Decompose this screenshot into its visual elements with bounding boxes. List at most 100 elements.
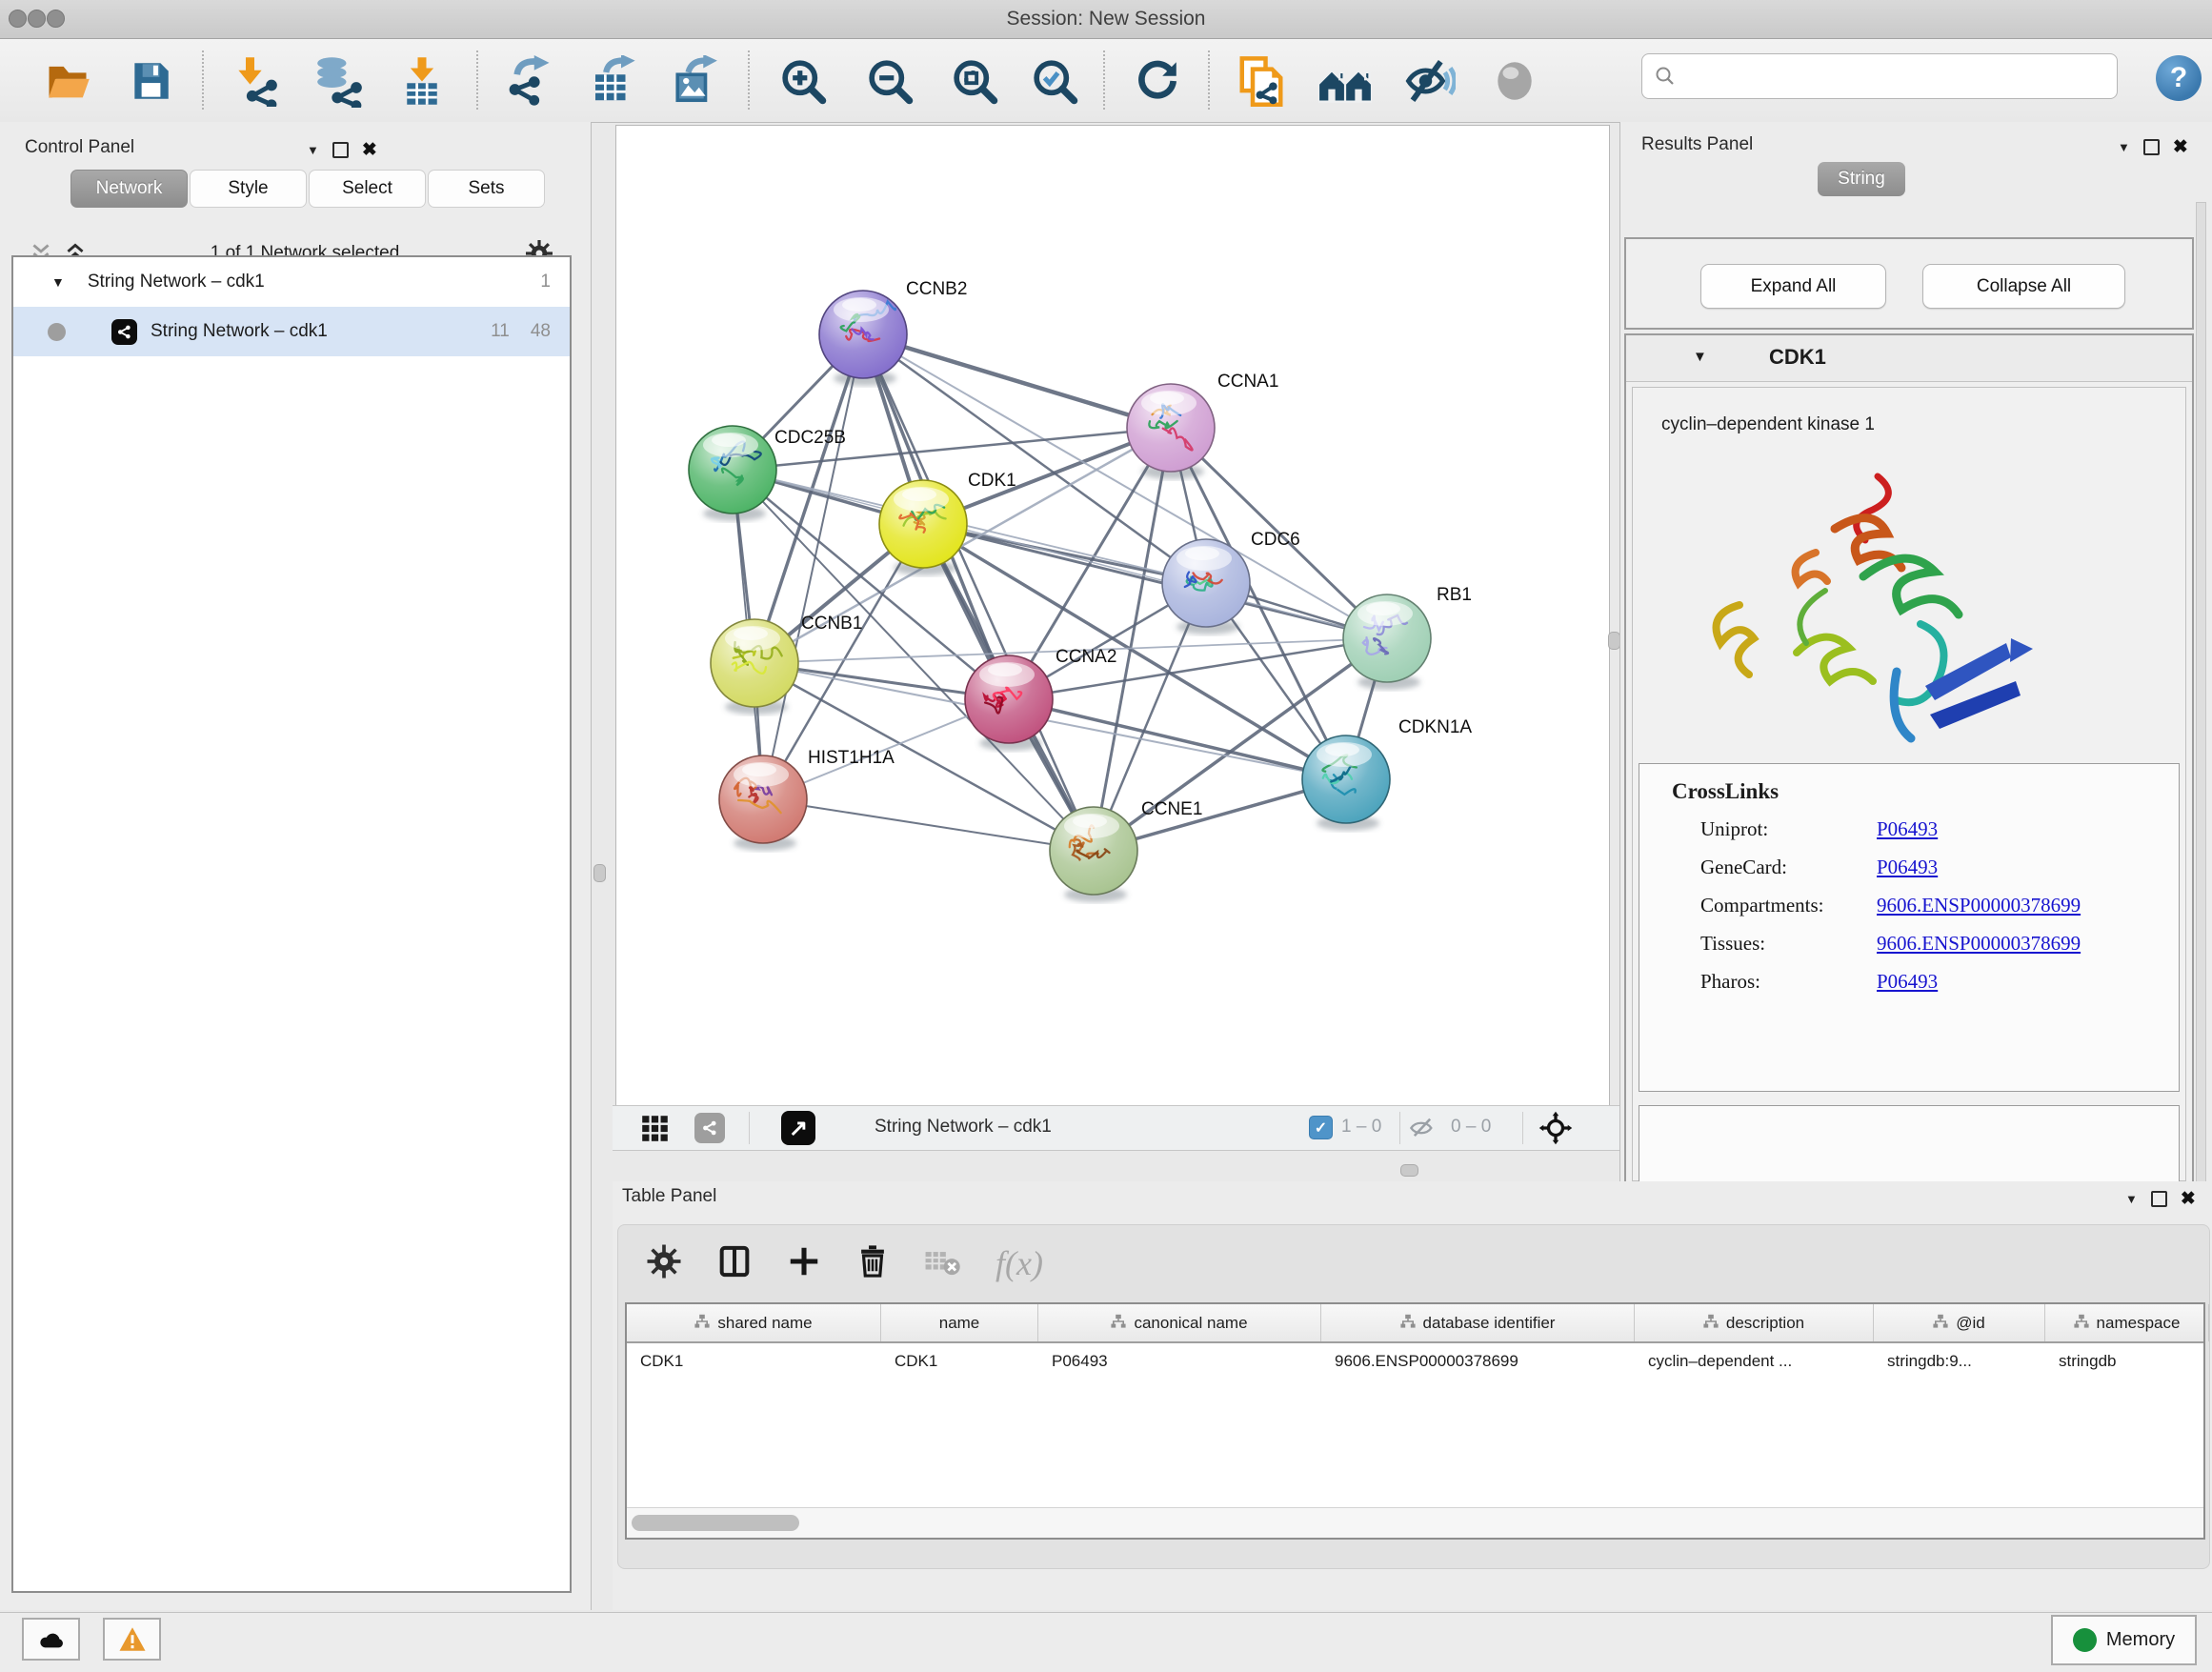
crosslink-link[interactable]: P06493: [1877, 817, 1938, 841]
column-header-canonical-name[interactable]: canonical name: [1038, 1304, 1321, 1341]
results-scrollbar[interactable]: [2196, 202, 2206, 1184]
zoom-out-button[interactable]: [863, 54, 916, 108]
section-expander-icon[interactable]: ▼: [1693, 349, 1707, 365]
show-all-networks-button[interactable]: [1318, 54, 1372, 108]
network-row[interactable]: String Network – cdk1 11 48: [13, 307, 570, 356]
zoom-fit-button[interactable]: [948, 54, 1001, 108]
panel-maximize-icon[interactable]: [2151, 1191, 2167, 1207]
panel-maximize-icon[interactable]: [332, 142, 349, 158]
crosslink-link[interactable]: 9606.ENSP00000378699: [1877, 894, 2081, 917]
tab-style[interactable]: Style: [190, 170, 307, 208]
crosslink-link[interactable]: 9606.ENSP00000378699: [1877, 932, 2081, 956]
network-edge-CDK1-RB1[interactable]: [923, 524, 1387, 638]
refresh-button[interactable]: [1131, 54, 1184, 108]
table-cell[interactable]: CDK1: [627, 1343, 881, 1380]
network-overview-button[interactable]: [694, 1113, 725, 1143]
table-panel-body: f(x) shared namenamecanonical namedataba…: [617, 1224, 2210, 1569]
open-in-new-window-button[interactable]: ↗: [781, 1111, 815, 1145]
panel-float-icon[interactable]: ▼: [2125, 1192, 2138, 1206]
tab-select[interactable]: Select: [309, 170, 426, 208]
import-table-button[interactable]: [395, 54, 449, 108]
panel-close-icon[interactable]: ✖: [2181, 1190, 2196, 1208]
table-settings-gear-button[interactable]: [645, 1242, 683, 1285]
column-type-icon: [1400, 1314, 1416, 1333]
table-cell[interactable]: 9606.ENSP00000378699: [1321, 1343, 1635, 1380]
table-horizontal-scrollbar[interactable]: [627, 1507, 2203, 1538]
table-cell[interactable]: P06493: [1038, 1343, 1321, 1380]
scrollbar-thumb[interactable]: [632, 1515, 799, 1531]
houses-icon: [1318, 54, 1372, 108]
hide-selected-button[interactable]: [1403, 54, 1457, 108]
crosslink-link[interactable]: P06493: [1877, 970, 1938, 994]
table-cell[interactable]: cyclin–dependent ...: [1635, 1343, 1874, 1380]
cloud-status-button[interactable]: [22, 1618, 80, 1661]
export-table-button[interactable]: [586, 54, 639, 108]
column-header-label: @id: [1956, 1314, 1985, 1333]
column-header-database-identifier[interactable]: database identifier: [1321, 1304, 1635, 1341]
window-title: Session: New Session: [0, 8, 2212, 30]
search-field[interactable]: [1641, 53, 2118, 99]
export-network-button[interactable]: [501, 54, 554, 108]
export-image-button[interactable]: [666, 54, 719, 108]
show-hidden-button[interactable]: [1488, 54, 1541, 108]
import-network-from-database-button[interactable]: [310, 54, 363, 108]
node-table: shared namenamecanonical namedatabase id…: [625, 1302, 2205, 1540]
column-header-shared-name[interactable]: shared name: [627, 1304, 881, 1341]
selected-checkbox[interactable]: ✓: [1309, 1116, 1333, 1139]
panel-close-icon[interactable]: ✖: [2173, 138, 2188, 156]
save-session-button[interactable]: [124, 54, 177, 108]
crosslink-row: GeneCard:P06493: [1700, 856, 2179, 879]
network-edge-CCNB2-CCNE1[interactable]: [863, 334, 1094, 851]
tab-string[interactable]: String: [1818, 162, 1905, 196]
show-column-button[interactable]: [715, 1242, 754, 1285]
delete-table-button[interactable]: [923, 1245, 963, 1282]
search-input[interactable]: [1686, 65, 2105, 88]
open-session-button[interactable]: [41, 54, 94, 108]
control-panel: Control Panel ▼ ✖ NetworkStyleSelectSets…: [0, 122, 592, 1610]
toolbar-divider: [1208, 50, 1210, 110]
zoom-in-button[interactable]: [776, 54, 830, 108]
network-from-clipboard-button[interactable]: [1235, 54, 1288, 108]
panel-maximize-icon[interactable]: [2143, 139, 2160, 155]
collapse-all-button[interactable]: Collapse All: [1922, 264, 2125, 309]
column-type-icon: [694, 1314, 710, 1333]
network-edge-HIST1H1A-CCNE1[interactable]: [763, 799, 1094, 851]
import-table-icon: [396, 55, 448, 107]
birds-eye-view-button[interactable]: [641, 1115, 669, 1147]
warnings-button[interactable]: [103, 1618, 161, 1661]
panel-float-icon[interactable]: ▼: [2118, 140, 2130, 154]
table-cell[interactable]: CDK1: [881, 1343, 1038, 1380]
column-header-namespace[interactable]: namespace: [2045, 1304, 2209, 1341]
import-network-button[interactable]: [228, 54, 281, 108]
fit-content-button[interactable]: [1538, 1111, 1573, 1150]
network-edge-CCNA2-CDKN1A[interactable]: [1009, 699, 1346, 779]
panel-float-icon[interactable]: ▼: [307, 143, 319, 157]
bottom-splitter-handle[interactable]: [1400, 1164, 1418, 1177]
zoom-selected-button[interactable]: [1028, 54, 1081, 108]
collection-expander-icon[interactable]: ▼: [51, 274, 65, 290]
network-view-canvas[interactable]: CCNB2CCNA1CDC25BCDK1CDC6RB1CCNB1CCNA2CDK…: [615, 125, 1610, 1107]
tab-sets[interactable]: Sets: [428, 170, 545, 208]
help-button[interactable]: ?: [2156, 55, 2202, 101]
create-column-button[interactable]: [786, 1243, 822, 1284]
table-cell[interactable]: stringdb: [2045, 1343, 2209, 1380]
network-edge-CCNB2-CCNA1[interactable]: [863, 334, 1171, 428]
column-header--id[interactable]: @id: [1874, 1304, 2045, 1341]
question-mark-icon: ?: [2170, 62, 2187, 94]
column-header-description[interactable]: description: [1635, 1304, 1874, 1341]
table-row[interactable]: CDK1CDK1P064939606.ENSP00000378699cyclin…: [627, 1343, 2203, 1380]
tab-network[interactable]: Network: [70, 170, 188, 208]
column-header-name[interactable]: name: [881, 1304, 1038, 1341]
delete-column-button[interactable]: [855, 1243, 891, 1284]
toolbar-divider: [202, 50, 204, 110]
memory-button[interactable]: Memory: [2051, 1615, 2197, 1665]
crosslink-link[interactable]: P06493: [1877, 856, 1938, 879]
save-icon: [127, 57, 174, 105]
gray-eye-icon: [1491, 57, 1538, 105]
panel-close-icon[interactable]: ✖: [362, 141, 377, 159]
table-cell[interactable]: stringdb:9...: [1874, 1343, 2045, 1380]
left-splitter-handle[interactable]: [593, 864, 606, 882]
network-collection-row[interactable]: ▼ String Network – cdk1 1: [13, 257, 570, 307]
expand-all-button[interactable]: Expand All: [1700, 264, 1886, 309]
function-builder-button[interactable]: f(x): [995, 1243, 1043, 1283]
